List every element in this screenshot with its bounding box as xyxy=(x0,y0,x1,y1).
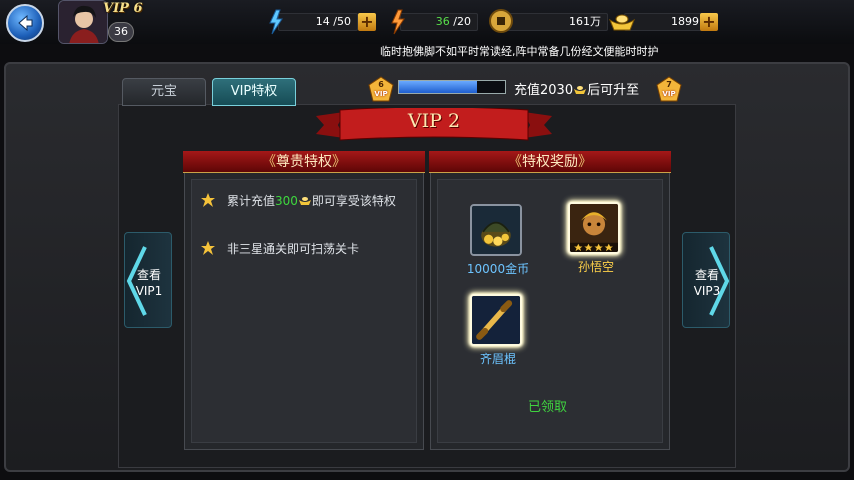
privilege-item: 非三星通关即可扫荡关卡 xyxy=(201,239,401,259)
sun-wukong-portrait-icon xyxy=(570,204,618,252)
privileges-panel-header: 《尊贵特权》 xyxy=(183,151,425,173)
tab-ingot[interactable]: 元宝 xyxy=(122,78,206,106)
add-ingot-button[interactable]: + xyxy=(700,13,718,31)
tab-vip-privilege[interactable]: VIP特权 xyxy=(212,78,296,106)
privilege-text-suffix: 即可享受该特权 xyxy=(311,194,396,208)
vip-progress-fill xyxy=(399,81,478,93)
prev-vip-level: VIP1 xyxy=(135,284,163,298)
staff-icon xyxy=(472,296,520,344)
coin-value: 161万 xyxy=(504,13,608,31)
upgrade-hint-prefix: 充值2030 xyxy=(514,83,574,98)
reward-hero[interactable]: 孙悟空 xyxy=(568,202,624,274)
reward-name: 齐眉棍 xyxy=(479,352,516,366)
energy-max: /20 xyxy=(453,15,471,28)
reward-staff[interactable]: 齐眉棍 xyxy=(470,294,526,366)
claimed-status: 已领取 xyxy=(528,400,568,415)
current-vip-level: 6 xyxy=(378,80,384,89)
gold-bag-icon xyxy=(472,206,520,254)
ingot-value: 1899 xyxy=(624,13,706,31)
vip-level-label: VIP 6 xyxy=(103,1,143,16)
star-icon xyxy=(201,193,215,207)
back-button[interactable] xyxy=(6,4,44,42)
stamina-resource: 14 /50 + xyxy=(262,9,378,35)
prev-vip-label: 查看 xyxy=(136,268,161,282)
privilege-item: 累计充值300 即可享受该特权 xyxy=(201,191,401,211)
coin-resource: 161万 xyxy=(488,9,608,34)
ingot-resource: 1899 + xyxy=(608,10,720,34)
add-stamina-button[interactable]: + xyxy=(358,13,376,31)
ingot-icon xyxy=(298,197,311,205)
privileges-panel-title: 尊贵特权 xyxy=(276,154,332,170)
stamina-icon xyxy=(269,9,283,35)
privileges-panel: 《尊贵特权》 累计充值300 即可享受该特权 非三星通关即可扫荡关卡 xyxy=(183,151,425,450)
next-vip-text: VIP xyxy=(662,90,676,98)
privilege-text: 非三星通关即可扫荡关卡 xyxy=(227,242,360,256)
player-avatar[interactable] xyxy=(58,0,108,44)
current-vip-text: VIP xyxy=(374,90,388,98)
stamina-max: /50 xyxy=(333,15,351,28)
ingot-icon xyxy=(574,86,587,94)
privilege-text: 累计充值 xyxy=(227,194,276,208)
view-previous-vip-button[interactable]: 查看 VIP1 xyxy=(124,232,172,328)
next-vip-level: 7 xyxy=(666,80,672,89)
reward-gold[interactable]: 10000金币 xyxy=(467,204,529,276)
reward-name: 孙悟空 xyxy=(577,260,614,274)
coin-icon xyxy=(489,9,513,33)
next-vip-label: 查看 xyxy=(694,268,719,282)
back-arrow-icon xyxy=(18,14,33,32)
privilege-highlight: 300 xyxy=(275,194,298,208)
rewards-panel-header: 《特权奖励》 xyxy=(429,151,671,173)
upgrade-hint-suffix: 后可升至 xyxy=(587,83,640,98)
page-title: VIP 2 xyxy=(407,110,461,132)
reward-name: 10000金币 xyxy=(466,262,530,276)
ingot-icon xyxy=(608,14,636,31)
player-level-badge: 36 xyxy=(108,22,134,42)
star-icon xyxy=(201,241,215,255)
stamina-value: 14 xyxy=(315,15,330,28)
top-bar: VIP 6 36 14 /50 + 36 /20 161万 1899 + xyxy=(0,0,854,44)
rewards-panel-title: 特权奖励 xyxy=(522,154,578,170)
vip-progress-bar xyxy=(398,80,506,94)
upgrade-hint: 充值2030 后可升至 xyxy=(514,79,639,98)
next-vip-icon: 7 VIP xyxy=(656,76,682,102)
view-next-vip-button[interactable]: 查看 VIP3 xyxy=(682,232,730,328)
news-ticker: 临时抱佛脚不如平时常读经,阵中常备几份经文便能时时护 xyxy=(380,45,659,58)
energy-value: 36 xyxy=(435,15,450,28)
energy-icon xyxy=(391,9,405,35)
next-vip-level-label: VIP3 xyxy=(693,284,721,298)
energy-resource: 36 /20 xyxy=(384,9,494,35)
current-vip-icon: 6 VIP xyxy=(368,76,394,102)
